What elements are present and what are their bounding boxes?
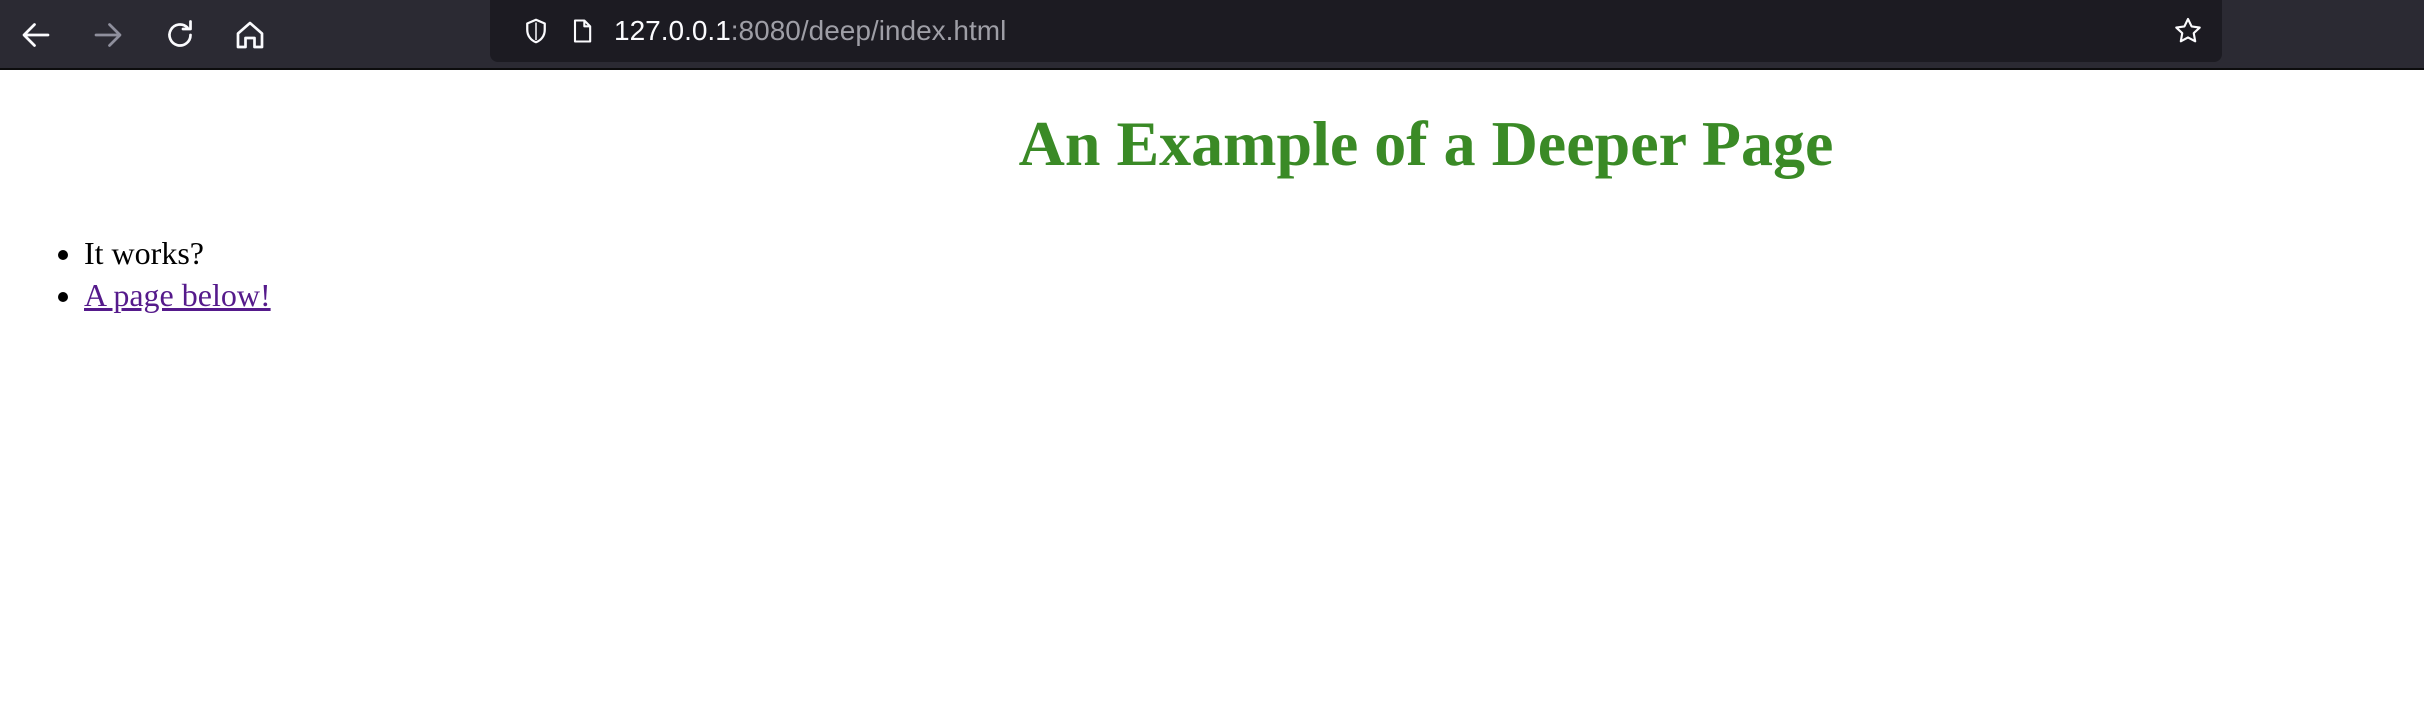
url-text[interactable]: 127.0.0.1:8080/deep/index.html [614, 0, 1006, 62]
item-list: It works? A page below! [0, 232, 271, 316]
browser-toolbar: 127.0.0.1:8080/deep/index.html [0, 0, 2424, 70]
reload-button[interactable] [154, 9, 206, 61]
shield-icon[interactable] [520, 15, 552, 47]
arrow-right-icon [94, 23, 122, 47]
url-bar[interactable]: 127.0.0.1:8080/deep/index.html [490, 0, 2222, 62]
page-content: An Example of a Deeper Page It works? A … [0, 70, 2424, 716]
list-item: A page below! [84, 274, 271, 316]
list-item: It works? [84, 232, 271, 274]
page-below-link[interactable]: A page below! [84, 277, 271, 313]
home-button[interactable] [224, 9, 276, 61]
arrow-left-icon [22, 23, 50, 47]
home-icon [236, 21, 264, 49]
forward-button[interactable] [82, 9, 134, 61]
bookmark-star-button[interactable] [2172, 15, 2204, 47]
url-path: :8080/deep/index.html [730, 15, 1007, 46]
back-button[interactable] [10, 9, 62, 61]
page-icon[interactable] [566, 15, 598, 47]
star-icon [2175, 17, 2201, 43]
url-host: 127.0.0.1 [614, 15, 731, 46]
list-item-text: It works? [84, 235, 204, 271]
reload-icon [168, 20, 192, 47]
page-title: An Example of a Deeper Page [1018, 108, 1834, 179]
